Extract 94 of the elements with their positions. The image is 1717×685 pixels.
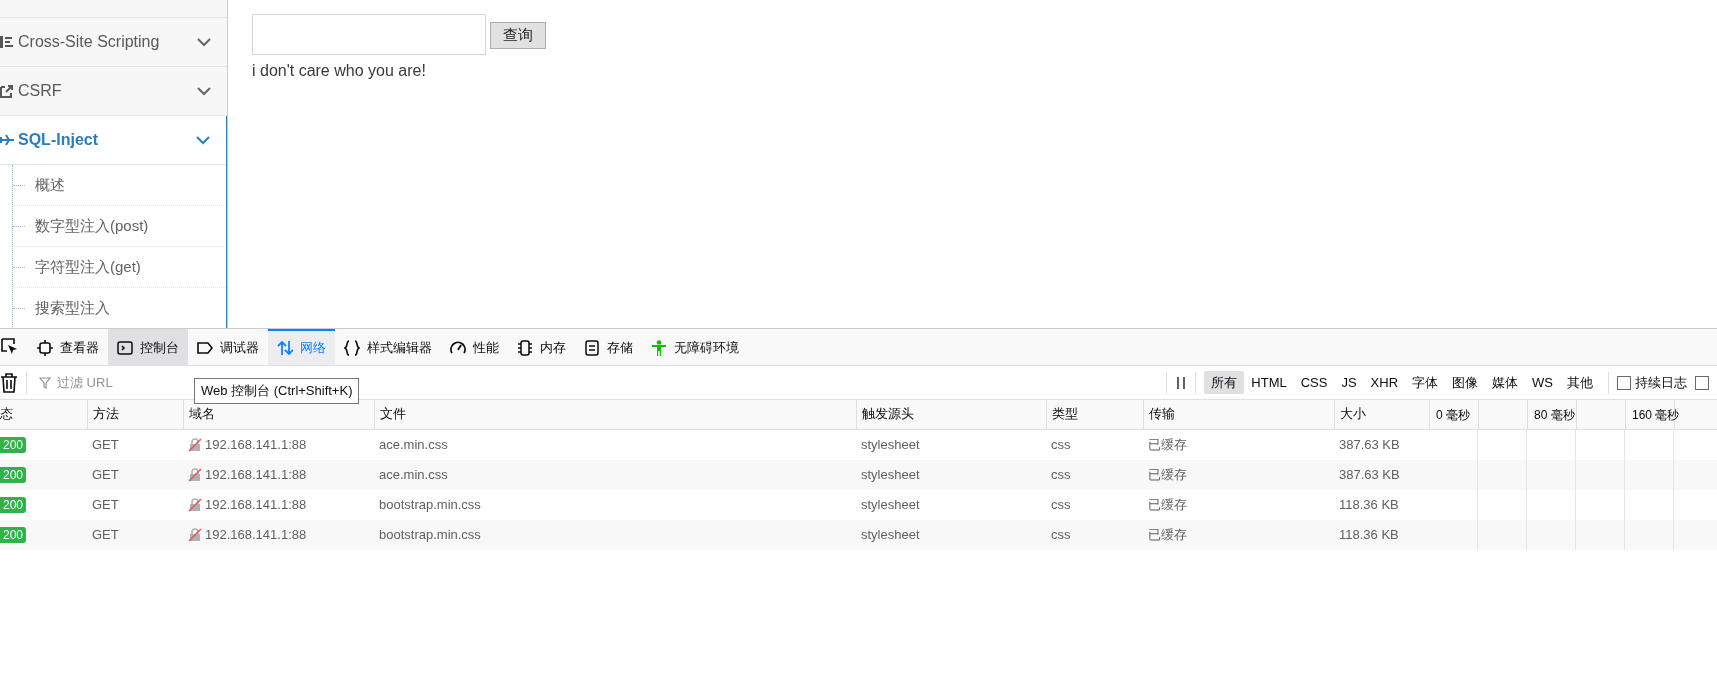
frame-icon (37, 340, 53, 356)
table-cell-text: bootstrap.min.css (379, 496, 481, 515)
status-badge: 200 (0, 497, 27, 513)
column-header[interactable]: 类型 (1052, 405, 1078, 424)
status-badge: 200 (0, 437, 27, 453)
table-cell-text: 387.63 KB (1339, 466, 1400, 485)
devtools-tab[interactable]: 内存 (508, 329, 575, 365)
type-filter[interactable]: 其他 (1560, 370, 1600, 395)
timeline-tick: 80 毫秒 (1533, 406, 1576, 424)
table-cell-text: stylesheet (861, 436, 920, 455)
table-cell-text: 192.168.141.1:88 (205, 466, 307, 485)
crossed-lock-icon (188, 438, 202, 452)
share-icon (0, 83, 14, 99)
table-cell-text: css (1051, 466, 1071, 485)
devtools-tab[interactable]: 查看器 (28, 329, 108, 365)
person-icon (651, 340, 667, 356)
table-cell-text: 已缓存 (1148, 496, 1187, 515)
table-cell-text: 192.168.141.1:88 (205, 436, 307, 455)
sidebar-item[interactable]: Cross-Site Scripting (0, 18, 227, 67)
sidebar-subitem[interactable]: 数字型注入(post) (13, 206, 226, 247)
table-cell-text: 192.168.141.1:88 (205, 526, 307, 545)
chip-icon (517, 340, 533, 356)
column-header[interactable]: 传输 (1149, 405, 1175, 424)
table-cell-text: 192.168.141.1:88 (205, 496, 307, 515)
table-cell-text: 118.36 KB (1339, 496, 1399, 515)
sidebar-subitem[interactable]: 概述 (13, 165, 226, 206)
table-cell-text: 387.63 KB (1339, 436, 1400, 455)
checkbox[interactable] (1695, 375, 1709, 390)
chevron-down-icon (196, 135, 210, 145)
storage-icon (584, 340, 600, 356)
tag-icon (197, 340, 213, 356)
devtools-tab[interactable]: 调试器 (188, 329, 268, 365)
gauge-icon (450, 340, 466, 356)
table-cell-text: 已缓存 (1148, 436, 1187, 455)
filter-icon (39, 376, 51, 389)
devtools-tab[interactable]: 样式编辑器 (335, 329, 441, 365)
crossed-lock-icon (188, 468, 202, 482)
column-header[interactable]: 方法 (93, 405, 119, 424)
arrows-icon (277, 340, 293, 356)
column-header[interactable]: 文件 (380, 405, 406, 424)
table-cell-text: ace.min.css (379, 466, 448, 485)
table-cell-text: 已缓存 (1148, 466, 1187, 485)
table-cell-text: stylesheet (861, 526, 920, 545)
terminal-icon (117, 340, 133, 356)
devtools-tab[interactable]: 控制台 (108, 329, 188, 365)
status-badge: 200 (0, 467, 27, 483)
trash-icon[interactable] (0, 372, 18, 393)
devtools-tab[interactable]: 无障碍环境 (642, 329, 748, 365)
checkbox[interactable] (1617, 375, 1631, 390)
table-cell-text: GET (92, 526, 119, 545)
checkbox-label: 持续日志 (1635, 373, 1687, 392)
table-cell-text: 118.36 KB (1339, 526, 1399, 545)
query-button[interactable]: 查询 (490, 22, 546, 49)
type-filter[interactable]: 媒体 (1485, 370, 1526, 395)
table-cell-text: 已缓存 (1148, 526, 1187, 545)
crossed-lock-icon (188, 498, 202, 512)
type-filter[interactable]: WS (1525, 370, 1560, 395)
table-cell-text: bootstrap.min.css (379, 526, 481, 545)
search-field[interactable] (252, 14, 486, 55)
table-cell-text: stylesheet (861, 466, 920, 485)
devtools-tab[interactable]: 存储 (575, 329, 642, 365)
crossed-lock-icon (188, 528, 202, 542)
table-cell-text: GET (92, 466, 119, 485)
type-filter[interactable]: 图像 (1445, 370, 1486, 395)
column-header[interactable]: 大小 (1340, 405, 1366, 424)
table-cell-text: css (1051, 496, 1071, 515)
table-cell-text: css (1051, 526, 1071, 545)
devtools-tab[interactable]: 性能 (441, 329, 508, 365)
list-icon (0, 34, 14, 50)
type-filter[interactable]: CSS (1293, 370, 1335, 395)
braces-icon (344, 340, 360, 356)
status-badge: 200 (0, 527, 27, 543)
column-header[interactable]: 触发源头 (862, 405, 914, 424)
column-header[interactable]: 域名 (189, 405, 215, 424)
type-filter[interactable]: JS (1334, 370, 1364, 395)
chevron-down-icon (197, 37, 211, 47)
tooltip: Web 控制台 (Ctrl+Shift+K) (194, 378, 360, 404)
type-filter[interactable]: 字体 (1405, 370, 1446, 395)
column-header[interactable]: 态 (0, 405, 13, 424)
timeline-tick: 0 毫秒 (1435, 406, 1471, 424)
type-filter[interactable]: XHR (1363, 370, 1406, 395)
table-cell-text: GET (92, 496, 119, 515)
pause-icon[interactable] (1175, 375, 1188, 390)
plane-icon (0, 132, 14, 148)
table-cell-text: GET (92, 436, 119, 455)
chevron-down-icon (197, 86, 211, 96)
type-filter[interactable]: HTML (1244, 370, 1294, 395)
sidebar-subitem[interactable]: 字符型注入(get) (13, 247, 226, 288)
timeline-tick: 160 毫秒 (1631, 406, 1681, 424)
table-cell-text: stylesheet (861, 496, 920, 515)
type-filter[interactable]: 所有 (1204, 370, 1245, 395)
table-cell-text: css (1051, 436, 1071, 455)
message-text: i don't care who you are! (252, 61, 427, 81)
table-cell-text: ace.min.css (379, 436, 448, 455)
